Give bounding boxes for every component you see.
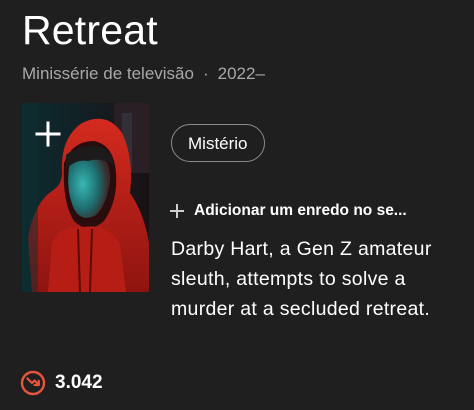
plus-icon [35,121,61,147]
meta-separator: · [202,64,209,83]
plot-summary: Darby Hart, a Gen Z amateur sleuth, atte… [171,238,432,320]
title-meta: Minissérie de televisão · 2022– [22,62,265,86]
title-years: 2022– [217,64,265,83]
popularity-score: 3.042 [55,372,103,393]
add-plot-label: Adicionar um enredo no se... [194,202,407,219]
popularity-meter[interactable]: 3.042 [20,368,103,398]
add-plot-button[interactable]: Adicionar um enredo no se... [167,198,447,224]
genre-chip-misterio[interactable]: Mistério [171,124,265,162]
add-to-watchlist-button[interactable] [22,103,74,163]
title-type: Minissérie de televisão [22,64,194,83]
plus-icon [170,204,184,218]
poster-image[interactable] [22,103,149,292]
page-title: Retreat [22,7,158,53]
trending-down-icon [20,370,46,396]
